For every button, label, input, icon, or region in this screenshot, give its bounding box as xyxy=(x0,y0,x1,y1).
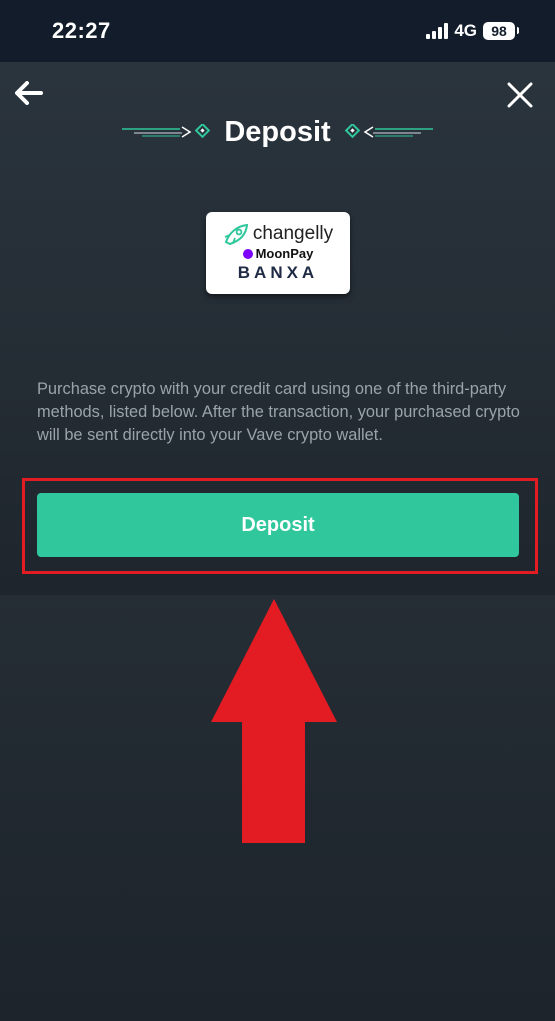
title-row: Deposit xyxy=(0,112,555,152)
changelly-label: changelly xyxy=(252,223,334,244)
moonpay-dot-icon xyxy=(242,248,253,259)
rocket-icon xyxy=(224,223,248,245)
moonpay-logo: MoonPay xyxy=(242,246,314,261)
annotation-arrow-up-icon xyxy=(211,599,337,843)
status-time: 22:27 xyxy=(52,18,111,43)
arrow-left-icon xyxy=(15,81,43,105)
banxa-label: BANXA xyxy=(237,263,319,282)
status-bar: 22:27 4G 98 xyxy=(0,0,555,62)
title-ornament-right-icon xyxy=(344,124,433,139)
title-ornament-left-icon xyxy=(122,124,211,139)
page-title: Deposit xyxy=(224,115,331,148)
deposit-description: Purchase crypto with your credit card us… xyxy=(37,380,520,444)
status-indicators: 4G 98 xyxy=(426,21,519,41)
banxa-logo: BANXA xyxy=(238,263,318,283)
changelly-logo: changelly xyxy=(223,223,333,245)
deposit-panel: Deposit changelly MoonPay BANXA Purchase… xyxy=(0,62,555,595)
battery-icon: 98 xyxy=(483,22,519,40)
close-button[interactable] xyxy=(505,80,535,110)
deposit-button[interactable]: Deposit xyxy=(37,493,519,557)
network-type: 4G xyxy=(454,21,477,40)
moonpay-label: MoonPay xyxy=(255,246,314,261)
payment-providers-logo: changelly MoonPay BANXA xyxy=(206,212,350,294)
close-icon xyxy=(507,82,533,108)
signal-icon xyxy=(426,23,449,39)
back-button[interactable] xyxy=(12,76,46,110)
